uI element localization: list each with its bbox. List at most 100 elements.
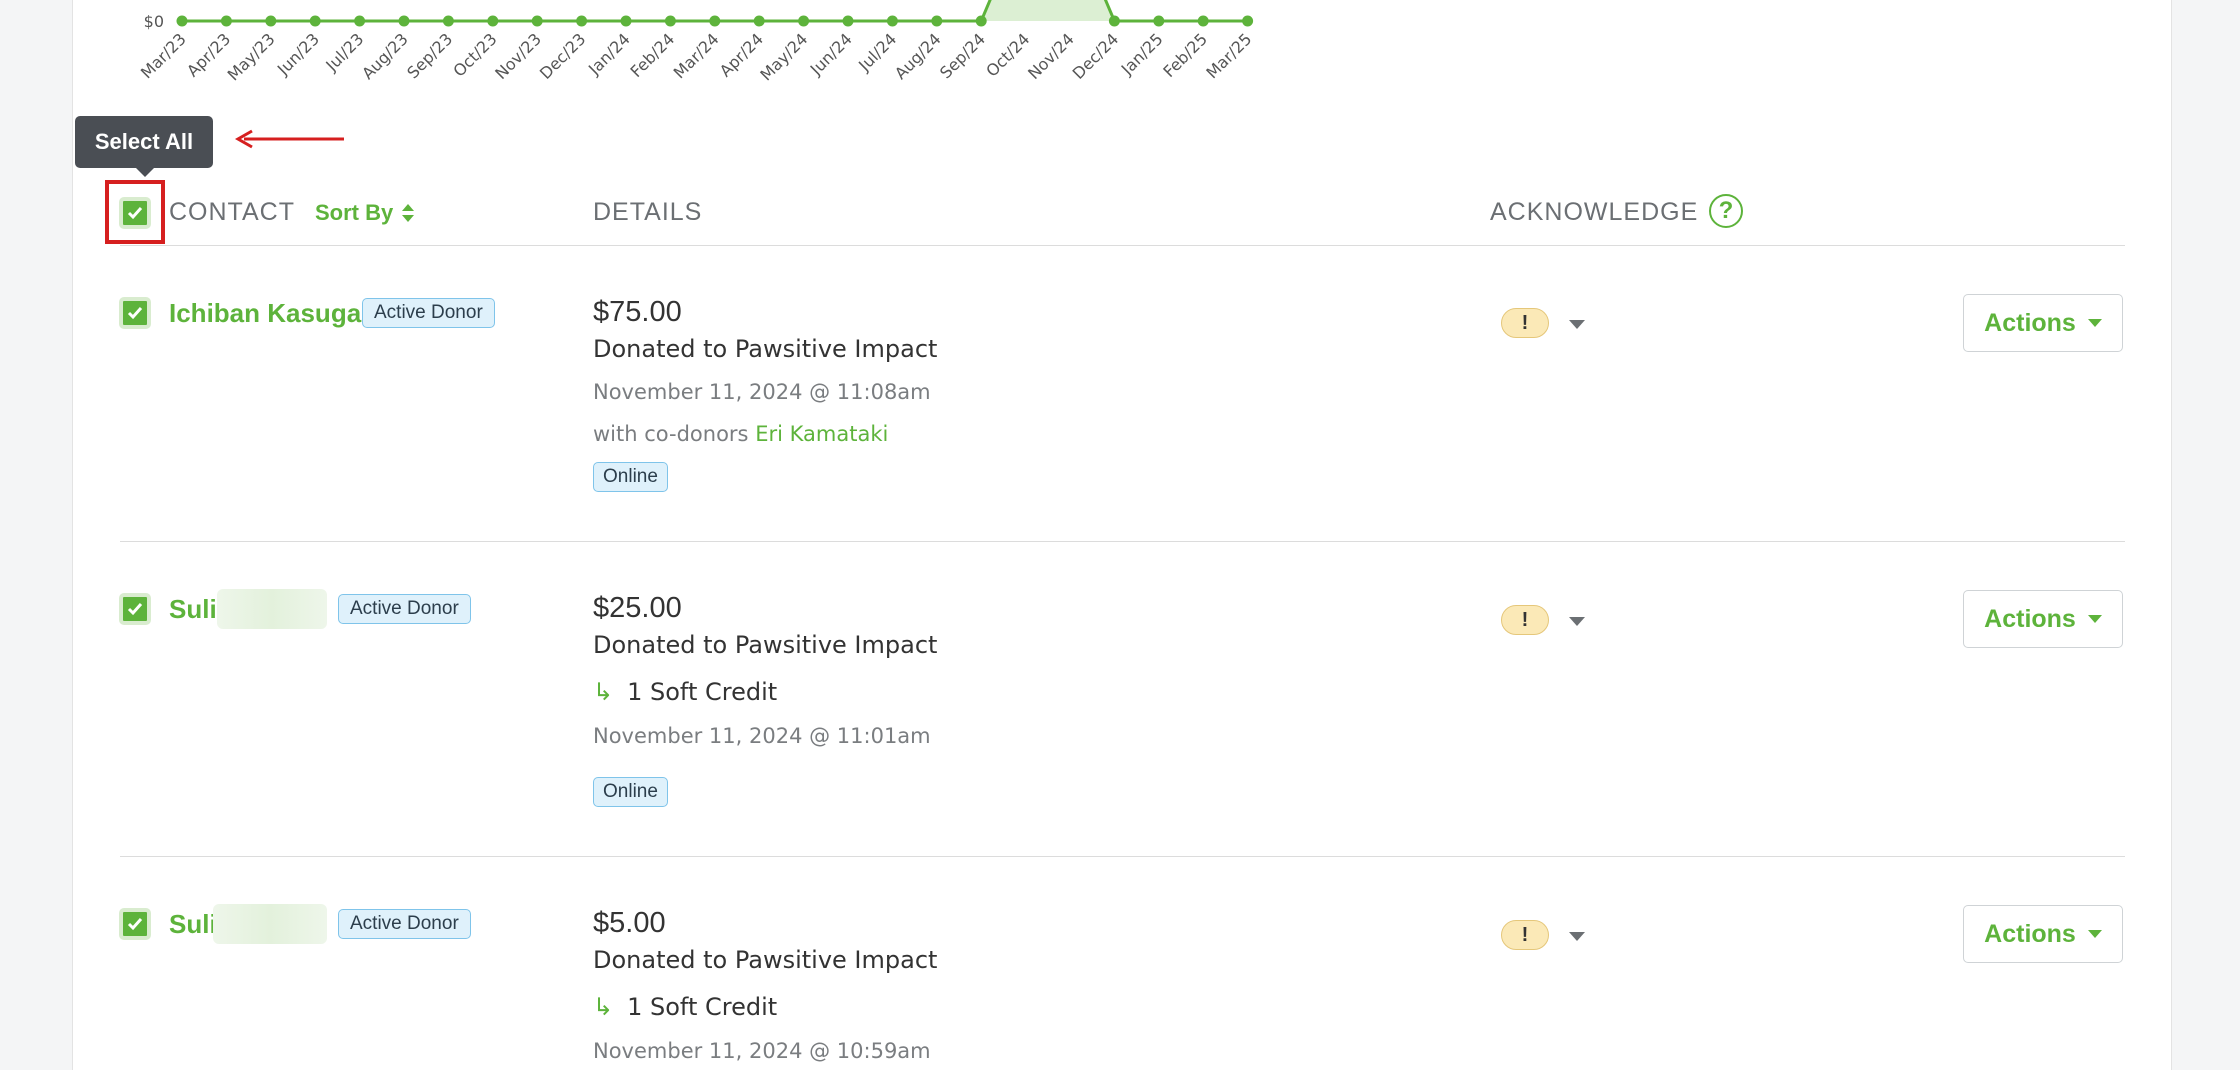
soft-credit-line[interactable]: ↳ 1 Soft Credit: [593, 678, 777, 706]
check-icon: [127, 603, 143, 616]
contact-name-link[interactable]: Suli: [169, 909, 217, 940]
contact-name-link[interactable]: Ichiban Kasuga: [169, 298, 361, 329]
x-tick-label: Oct/23: [449, 29, 500, 80]
acknowledge-dropdown-caret[interactable]: [1569, 320, 1585, 329]
chart-point[interactable]: [220, 15, 232, 27]
caret-down-icon: [2087, 319, 2102, 327]
donation-amount: $75.00: [593, 296, 682, 328]
chart-point[interactable]: [442, 15, 454, 27]
status-badge: Active Donor: [338, 909, 471, 939]
acknowledge-dropdown-caret[interactable]: [1569, 932, 1585, 941]
x-tick-label: Jun/23: [273, 29, 323, 79]
select-all-checkbox[interactable]: [119, 197, 151, 229]
sort-by-label: Sort By: [315, 200, 394, 225]
acknowledge-warning-icon[interactable]: !: [1501, 308, 1549, 338]
actions-button[interactable]: Actions: [1963, 590, 2123, 648]
details-column-header: DETAILS: [593, 198, 703, 226]
acknowledge-warning-icon[interactable]: !: [1501, 605, 1549, 635]
chart-point[interactable]: [798, 15, 810, 27]
x-tick-label: Jan/24: [584, 29, 634, 79]
acknowledge-warning-icon[interactable]: !: [1501, 920, 1549, 950]
actions-button[interactable]: Actions: [1963, 294, 2123, 352]
soft-credit-arrow-icon: ↳: [593, 678, 614, 706]
chart-point[interactable]: [886, 15, 898, 27]
donation-amount: $25.00: [593, 592, 682, 624]
chart-point[interactable]: [664, 15, 676, 27]
chart-point[interactable]: [354, 15, 366, 27]
chart-point[interactable]: [753, 15, 765, 27]
row-checkbox[interactable]: [119, 908, 151, 940]
x-tick-label: May/24: [756, 29, 811, 84]
contact-name-link[interactable]: Suli: [169, 594, 217, 625]
caret-down-icon: [2087, 615, 2102, 623]
chart-point[interactable]: [1197, 15, 1209, 27]
check-icon: [127, 918, 143, 931]
sort-by-button[interactable]: Sort By: [315, 200, 415, 226]
check-icon: [127, 307, 143, 320]
actions-label: Actions: [1984, 308, 2076, 337]
chart-point[interactable]: [1242, 15, 1254, 27]
donation-date: November 11, 2024 @ 10:59am: [593, 1039, 931, 1063]
donation-date: November 11, 2024 @ 11:08am: [593, 380, 931, 404]
chart-point[interactable]: [975, 15, 987, 27]
co-donor-link[interactable]: Eri Kamataki: [755, 422, 888, 446]
chart-point[interactable]: [531, 15, 543, 27]
x-tick-label: Sep/23: [403, 29, 456, 82]
x-tick-label: May/23: [224, 29, 279, 84]
soft-credit-line[interactable]: ↳ 1 Soft Credit: [593, 993, 777, 1021]
acknowledge-dropdown-caret[interactable]: [1569, 617, 1585, 626]
select-all-tooltip: Select All: [75, 116, 213, 177]
donation-description: Donated to Pawsitive Impact: [593, 946, 938, 974]
y-tick-label: $0: [144, 12, 164, 31]
chart-point[interactable]: [931, 15, 943, 27]
row-checkbox[interactable]: [119, 297, 151, 329]
chart-point[interactable]: [1153, 15, 1165, 27]
x-tick-label: Feb/25: [1159, 29, 1211, 81]
channel-tag: Online: [593, 462, 668, 492]
annotation-arrow: [234, 129, 344, 149]
row-checkbox[interactable]: [119, 593, 151, 625]
donation-description: Donated to Pawsitive Impact: [593, 335, 938, 363]
x-tick-label: Mar/25: [1202, 29, 1255, 82]
actions-button[interactable]: Actions: [1963, 905, 2123, 963]
help-icon[interactable]: ?: [1709, 194, 1743, 228]
chart-point[interactable]: [487, 15, 499, 27]
redacted-name: [217, 589, 327, 629]
chart-point[interactable]: [576, 15, 588, 27]
x-tick-label: Jun/24: [806, 29, 856, 79]
status-badge: Active Donor: [338, 594, 471, 624]
chart-point[interactable]: [398, 15, 410, 27]
x-tick-label: Aug/24: [891, 29, 945, 83]
chart-point[interactable]: [620, 15, 632, 27]
status-badge: Active Donor: [362, 298, 495, 328]
chart-point[interactable]: [309, 15, 321, 27]
chart-point[interactable]: [1108, 15, 1120, 27]
chart-point[interactable]: [176, 15, 188, 27]
x-tick-label: Feb/24: [627, 29, 679, 81]
chart-point[interactable]: [709, 15, 721, 27]
x-tick-label: Aug/23: [358, 29, 412, 83]
soft-credit-label: 1 Soft Credit: [627, 993, 778, 1021]
donation-amount: $5.00: [593, 907, 666, 939]
soft-credit-arrow-icon: ↳: [593, 993, 614, 1021]
x-tick-label: Nov/23: [491, 29, 545, 83]
check-icon: [127, 207, 143, 220]
sort-icon: [402, 204, 415, 222]
contact-column-header: CONTACT: [169, 198, 295, 226]
redacted-name: [213, 904, 327, 944]
x-tick-label: Dec/23: [536, 29, 590, 83]
chart-point[interactable]: [265, 15, 277, 27]
header-divider: [120, 245, 2125, 246]
actions-label: Actions: [1984, 919, 2076, 948]
co-donors-line: with co-donors Eri Kamataki: [593, 422, 888, 446]
x-tick-label: Mar/23: [137, 29, 190, 82]
x-tick-label: Oct/24: [982, 29, 1033, 80]
channel-tag: Online: [593, 777, 668, 807]
row-divider: [120, 856, 2125, 857]
acknowledge-column-header: ACKNOWLEDGE: [1490, 198, 1699, 226]
donation-date: November 11, 2024 @ 11:01am: [593, 724, 931, 748]
soft-credit-label: 1 Soft Credit: [627, 678, 778, 706]
chart-point[interactable]: [842, 15, 854, 27]
x-tick-label: Jan/25: [1117, 29, 1167, 79]
actions-label: Actions: [1984, 604, 2076, 633]
